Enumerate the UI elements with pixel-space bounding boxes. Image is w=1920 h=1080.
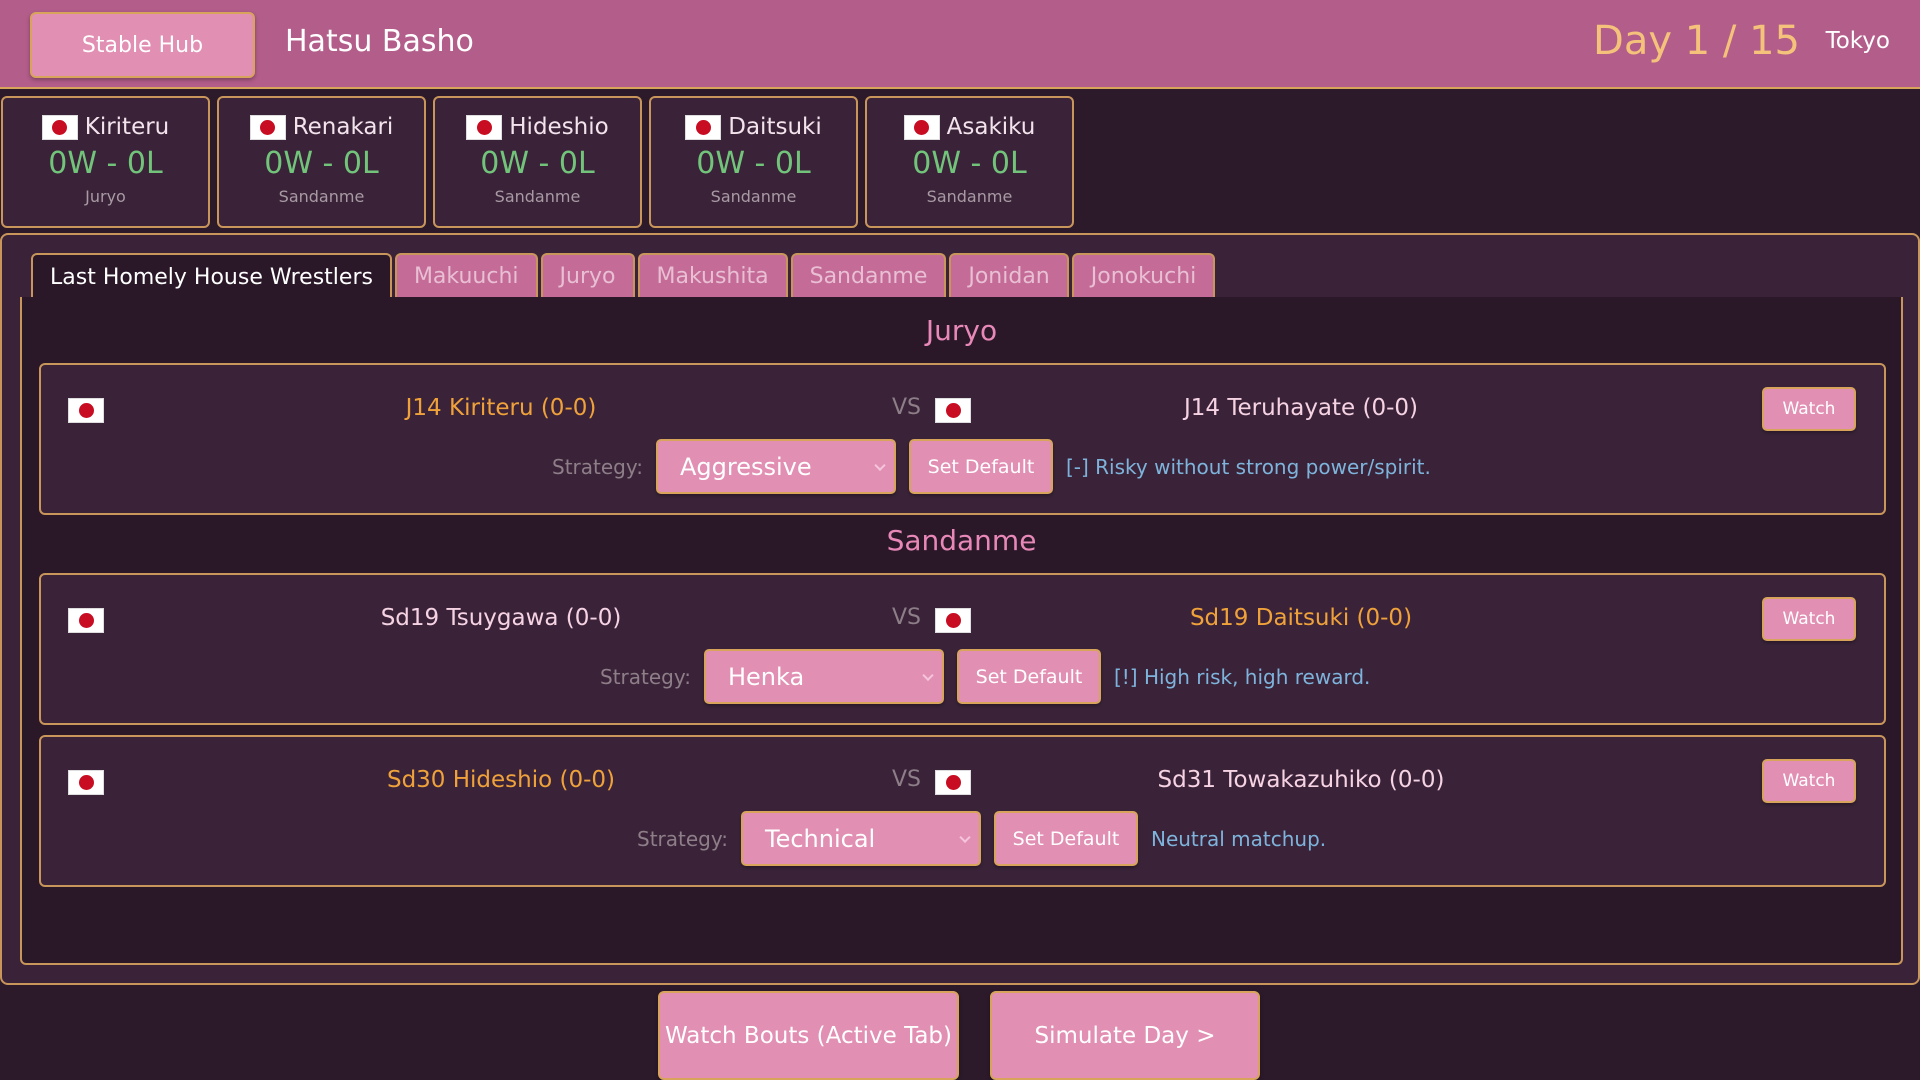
japan-flag-icon — [935, 608, 971, 633]
strategy-row: Strategy: Technical Set Default Neutral … — [637, 811, 1326, 866]
japan-flag-icon — [935, 770, 971, 795]
strategy-label: Strategy: — [552, 454, 643, 479]
japan-flag-icon — [41, 114, 78, 140]
day-counter: Day 1 / 15 — [1593, 18, 1800, 64]
japan-flag-icon — [685, 114, 722, 140]
bout-card: Sd19 Tsuygawa (0-0) VS Sd19 Daitsuki (0-… — [39, 573, 1886, 725]
watch-button[interactable]: Watch — [1762, 597, 1856, 641]
strategy-value: Technical — [764, 824, 876, 853]
west-wrestler: J14 Teruhayate (0-0) — [1183, 395, 1419, 421]
strategy-label: Strategy: — [600, 664, 691, 689]
top-bar: Stable Hub Hatsu Basho Day 1 / 15 Tokyo — [0, 0, 1920, 89]
wrestler-card[interactable]: Hideshio 0W - 0L Sandanme — [433, 96, 642, 228]
wrestler-division: Sandanme — [710, 187, 797, 206]
simulate-day-button[interactable]: Simulate Day > — [990, 991, 1260, 1080]
location-label: Tokyo — [1825, 28, 1890, 54]
tab-jonidan[interactable]: Jonidan — [949, 253, 1069, 297]
tab-jonokuchi[interactable]: Jonokuchi — [1071, 253, 1216, 297]
division-tabs: Last Homely House Wrestlers Makuuchi Jur… — [31, 253, 1216, 299]
tab-makuuchi[interactable]: Makuuchi — [394, 253, 538, 297]
tab-content: Juryo J14 Kiriteru (0-0) VS J14 Teruhaya… — [20, 297, 1903, 965]
vs-label: VS — [892, 605, 922, 630]
strategy-select[interactable]: Henka — [703, 649, 944, 704]
tab-juryo[interactable]: Juryo — [540, 253, 635, 297]
wrestler-record: 0W - 0L — [912, 146, 1027, 181]
strategy-value: Henka — [727, 662, 805, 691]
west-wrestler: Sd31 Towakazuhiko (0-0) — [1157, 767, 1445, 793]
chevron-down-icon — [874, 459, 886, 471]
division-heading: Sandanme — [886, 524, 1037, 557]
strategy-hint: Neutral matchup. — [1150, 826, 1327, 851]
japan-flag-icon — [68, 770, 104, 795]
east-wrestler: Sd30 Hideshio (0-0) — [386, 767, 616, 793]
wrestler-name: Hideshio — [509, 114, 609, 140]
stable-hub-button[interactable]: Stable Hub — [30, 12, 255, 78]
chevron-down-icon — [959, 831, 971, 843]
wrestler-name: Renakari — [292, 114, 394, 140]
watch-button[interactable]: Watch — [1762, 387, 1856, 431]
strategy-value: Aggressive — [679, 452, 812, 481]
strategy-hint: [-] Risky without strong power/spirit. — [1065, 454, 1431, 479]
wrestler-card[interactable]: Kiriteru 0W - 0L Juryo — [1, 96, 210, 228]
tab-stable-wrestlers[interactable]: Last Homely House Wrestlers — [31, 253, 392, 299]
japan-flag-icon — [68, 398, 104, 423]
tab-makushita[interactable]: Makushita — [637, 253, 788, 297]
strategy-hint: [!] High risk, high reward. — [1113, 664, 1371, 689]
wrestler-card[interactable]: Renakari 0W - 0L Sandanme — [217, 96, 426, 228]
watch-button[interactable]: Watch — [1762, 759, 1856, 803]
division-heading: Juryo — [925, 314, 998, 347]
strategy-select[interactable]: Technical — [740, 811, 981, 866]
east-wrestler: Sd19 Tsuygawa (0-0) — [380, 605, 622, 631]
wrestler-name: Daitsuki — [728, 114, 822, 140]
bouts-panel: Last Homely House Wrestlers Makuuchi Jur… — [0, 233, 1920, 985]
wrestler-name: Asakiku — [946, 114, 1036, 140]
japan-flag-icon — [249, 114, 286, 140]
strategy-label: Strategy: — [637, 826, 728, 851]
wrestler-record: 0W - 0L — [696, 146, 811, 181]
stable-wrestler-cards: Kiriteru 0W - 0L Juryo Renakari 0W - 0L … — [0, 96, 1074, 228]
strategy-row: Strategy: Aggressive Set Default [-] Ris… — [552, 439, 1431, 494]
strategy-select[interactable]: Aggressive — [655, 439, 896, 494]
wrestler-card[interactable]: Asakiku 0W - 0L Sandanme — [865, 96, 1074, 228]
vs-label: VS — [892, 395, 922, 420]
tab-sandanme[interactable]: Sandanme — [790, 253, 947, 297]
japan-flag-icon — [935, 398, 971, 423]
basho-title: Hatsu Basho — [285, 24, 474, 59]
wrestler-division: Sandanme — [278, 187, 365, 206]
west-wrestler: Sd19 Daitsuki (0-0) — [1189, 605, 1413, 631]
japan-flag-icon — [466, 114, 503, 140]
wrestler-name: Kiriteru — [84, 114, 170, 140]
wrestler-record: 0W - 0L — [264, 146, 379, 181]
set-default-button[interactable]: Set Default — [908, 439, 1053, 494]
wrestler-record: 0W - 0L — [48, 146, 163, 181]
bout-card: J14 Kiriteru (0-0) VS J14 Teruhayate (0-… — [39, 363, 1886, 515]
wrestler-division: Juryo — [85, 187, 126, 206]
set-default-button[interactable]: Set Default — [956, 649, 1101, 704]
wrestler-card[interactable]: Daitsuki 0W - 0L Sandanme — [649, 96, 858, 228]
wrestler-division: Sandanme — [494, 187, 581, 206]
japan-flag-icon — [68, 608, 104, 633]
wrestler-record: 0W - 0L — [480, 146, 595, 181]
japan-flag-icon — [903, 114, 940, 140]
chevron-down-icon — [922, 669, 934, 681]
bout-card: Sd30 Hideshio (0-0) VS Sd31 Towakazuhiko… — [39, 735, 1886, 887]
set-default-button[interactable]: Set Default — [993, 811, 1138, 866]
vs-label: VS — [892, 767, 922, 792]
strategy-row: Strategy: Henka Set Default [!] High ris… — [600, 649, 1370, 704]
east-wrestler: J14 Kiriteru (0-0) — [405, 395, 597, 421]
wrestler-division: Sandanme — [926, 187, 1013, 206]
watch-bouts-button[interactable]: Watch Bouts (Active Tab) — [658, 991, 959, 1080]
